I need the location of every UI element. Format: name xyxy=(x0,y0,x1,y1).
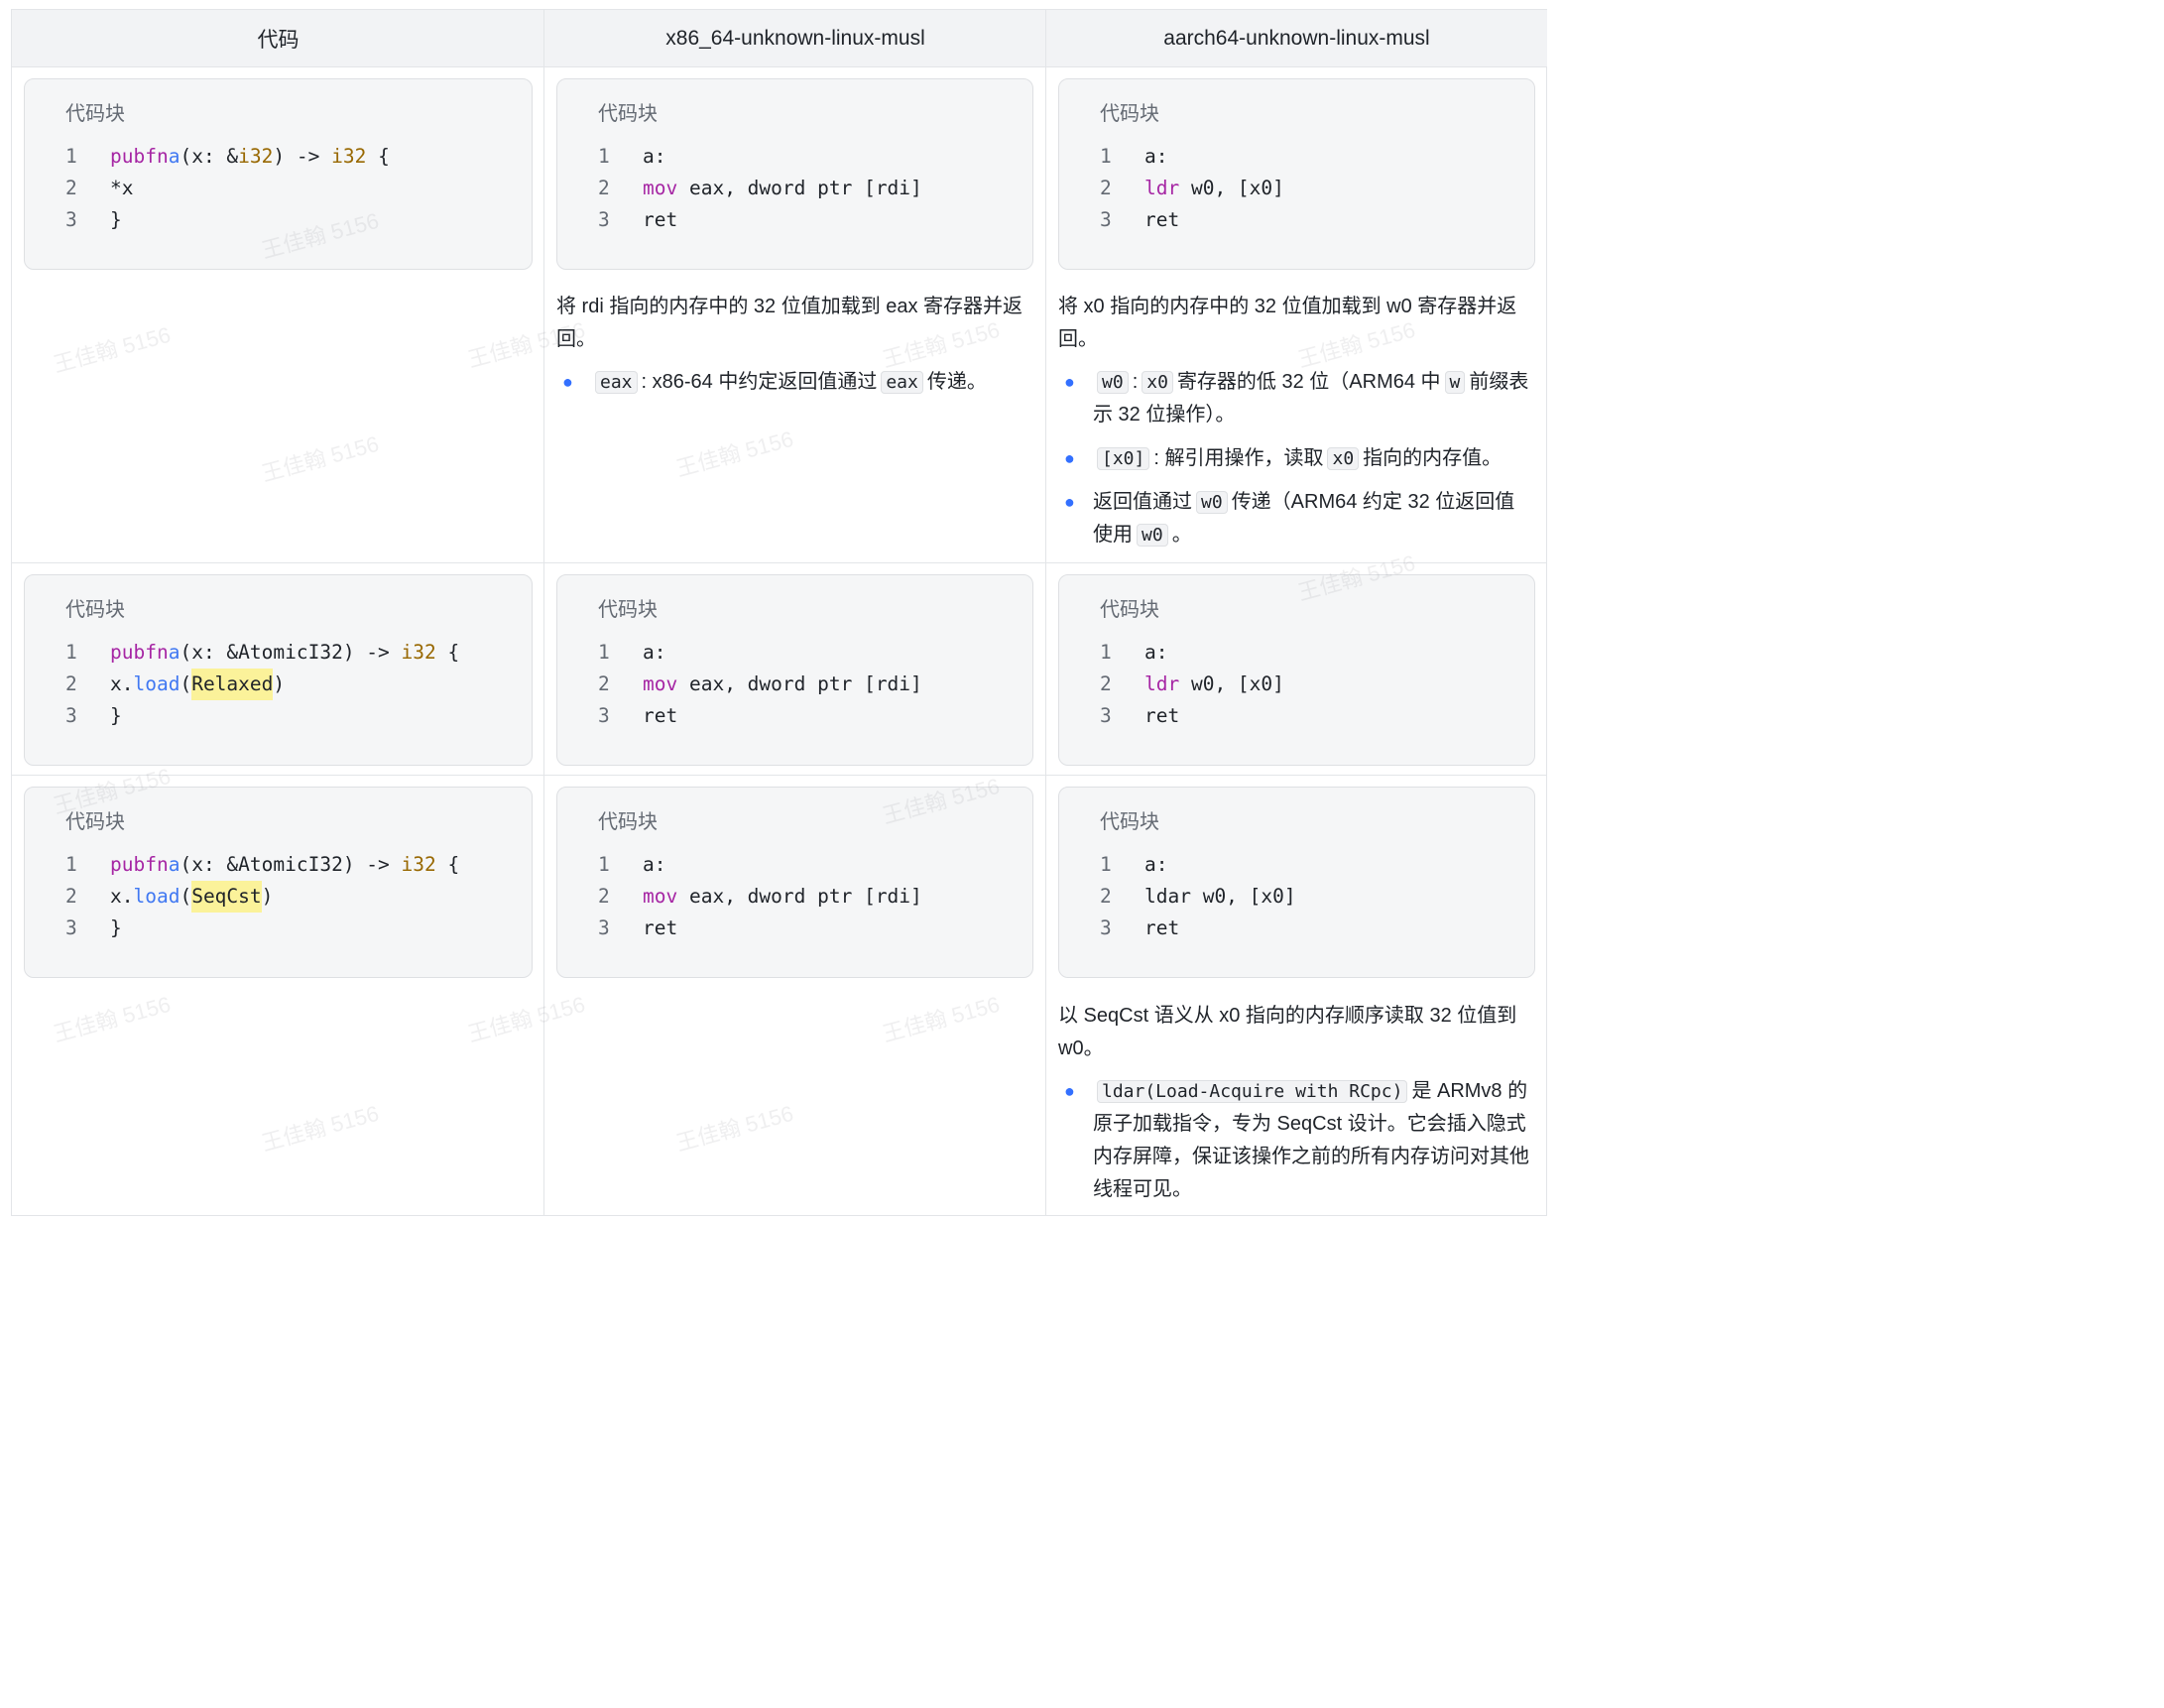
explanation-list: ● w0: x0 寄存器的低 32 位（ARM64 中 w 前缀表示 32 位操作）。 ●… xyxy=(1058,366,1534,551)
code-line: 1 a: xyxy=(598,853,666,876)
code-lines[interactable]: 1 a: 2 mov eax, dword ptr [rdi] 3 ret xyxy=(598,637,922,732)
ordering-highlight: SeqCst xyxy=(191,881,262,913)
code-block-arm-2[interactable]: 代码块 1 a: 2 ldr w0, [x0] 3 ret xyxy=(1058,574,1535,766)
column-divider xyxy=(1045,10,1046,1215)
code-line: 3 ret xyxy=(598,208,678,231)
explanation-text: 将 x0 指向的内存中的 32 位值加载到 w0 寄存器并返回。 xyxy=(1058,296,1517,350)
bullet-icon: ● xyxy=(1064,492,1075,512)
code-block-title: 代码块 xyxy=(1100,811,1159,833)
code-lines[interactable]: 1 a: 2 ldar w0, [x0] 3 ret xyxy=(1100,849,1296,944)
header-code: 代码 xyxy=(12,10,544,67)
code-line: 2 ldar w0, [x0] xyxy=(1100,885,1296,908)
header-x86: x86_64-unknown-linux-musl xyxy=(544,10,1046,67)
list-item: ● 返回值通过 w0 传递（ARM64 约定 32 位返回值使用 w0。 xyxy=(1058,486,1534,551)
code-lines[interactable]: 1 pub fn a (x: & i32) -> i32 { 2 *x 3} xyxy=(65,141,390,236)
code-line: 3 ret xyxy=(598,704,678,727)
code-block-x86-3[interactable]: 代码块 1 a: 2 mov eax, dword ptr [rdi] 3 ret xyxy=(556,787,1033,978)
code-line: 2 ldr w0, [x0] xyxy=(1100,177,1284,199)
code-line: 1 a: xyxy=(1100,641,1168,664)
bullet-icon: ● xyxy=(562,372,573,392)
code-line: 3} xyxy=(65,208,122,231)
ordering-highlight: Relaxed xyxy=(191,669,274,700)
code-line: 1 a: xyxy=(598,145,666,168)
code-line: 2 mov eax, dword ptr [rdi] xyxy=(598,672,922,695)
list-item: ● ldar(Load-Acquire with RCpc) 是 ARMv8 的原子… xyxy=(1058,1075,1534,1206)
header-aarch64: aarch64-unknown-linux-musl xyxy=(1046,10,1547,67)
arm-explanation-3: 以 SeqCst 语义从 x0 指向的内存顺序读取 32 位值到 w0。 ● ld… xyxy=(1058,1000,1534,1217)
code-block-rust-2[interactable]: 代码块 1 pub fn a (x: &AtomicI32) -> i32 { 2 … xyxy=(24,574,533,766)
code-line: 3} xyxy=(65,704,122,727)
code-line: 1 a: xyxy=(1100,853,1168,876)
code-line: 1 pub fn a (x: & i32) -> i32 { xyxy=(65,145,390,168)
code-block-title: 代码块 xyxy=(1100,599,1159,621)
code-line: 2 mov eax, dword ptr [rdi] xyxy=(598,885,922,908)
code-lines[interactable]: 1 pub fn a (x: &AtomicI32) -> i32 { 2 x. lo… xyxy=(65,637,459,732)
code-lines[interactable]: 1 a: 2 mov eax, dword ptr [rdi] 3 ret xyxy=(598,141,922,236)
code-line: 2 *x xyxy=(65,177,134,199)
column-divider xyxy=(543,10,544,1215)
code-line: 2 x. load(Relaxed) xyxy=(65,669,459,700)
code-line: 2 ldr w0, [x0] xyxy=(1100,672,1284,695)
explanation-text: 将 rdi 指向的内存中的 32 位值加载到 eax 寄存器并返回。 xyxy=(556,296,1023,350)
bullet-icon: ● xyxy=(1064,372,1075,392)
code-block-title: 代码块 xyxy=(65,811,125,833)
code-line: 2 mov eax, dword ptr [rdi] xyxy=(598,177,922,199)
code-lines[interactable]: 1 a: 2 ldr w0, [x0] 3 ret xyxy=(1100,637,1284,732)
code-block-x86-1[interactable]: 代码块 1 a: 2 mov eax, dword ptr [rdi] 3 ret xyxy=(556,78,1033,270)
code-block-title: 代码块 xyxy=(598,103,658,125)
code-block-title: 代码块 xyxy=(65,599,125,621)
bullet-icon: ● xyxy=(1064,448,1075,468)
code-lines[interactable]: 1 a: 2 mov eax, dword ptr [rdi] 3 ret xyxy=(598,849,922,944)
code-block-title: 代码块 xyxy=(65,103,125,125)
code-line: 1 pub fn a (x: &AtomicI32) -> i32 { xyxy=(65,641,460,664)
code-line: 2 x. load(SeqCst) xyxy=(65,881,459,913)
explanation-list: ● ldar(Load-Acquire with RCpc) 是 ARMv8 的原子… xyxy=(1058,1075,1534,1206)
code-block-title: 代码块 xyxy=(1100,103,1159,125)
bullet-icon: ● xyxy=(1064,1081,1075,1101)
code-line: 1 a: xyxy=(1100,145,1168,168)
code-block-x86-2[interactable]: 代码块 1 a: 2 mov eax, dword ptr [rdi] 3 ret xyxy=(556,574,1033,766)
code-block-rust-3[interactable]: 代码块 1 pub fn a (x: &AtomicI32) -> i32 { 2 … xyxy=(24,787,533,978)
explanation-text: 以 SeqCst 语义从 x0 指向的内存顺序读取 32 位值到 w0。 xyxy=(1058,1005,1517,1059)
code-line: 3 ret xyxy=(1100,916,1180,939)
code-block-title: 代码块 xyxy=(598,599,658,621)
code-line: 3 ret xyxy=(1100,704,1180,727)
list-item: ● w0: x0 寄存器的低 32 位（ARM64 中 w 前缀表示 32 位操作）。 xyxy=(1058,366,1534,431)
arm-explanation-1: 将 x0 指向的内存中的 32 位值加载到 w0 寄存器并返回。 ● w0: x0 寄… xyxy=(1058,291,1534,562)
code-block-arm-1[interactable]: 代码块 1 a: 2 ldr w0, [x0] 3 ret xyxy=(1058,78,1535,270)
code-block-title: 代码块 xyxy=(598,811,658,833)
code-block-arm-3[interactable]: 代码块 1 a: 2 ldar w0, [x0] 3 ret xyxy=(1058,787,1535,978)
code-lines[interactable]: 1 a: 2 ldr w0, [x0] 3 ret xyxy=(1100,141,1284,236)
code-line: 3 ret xyxy=(1100,208,1180,231)
row-divider xyxy=(12,775,1546,776)
x86-explanation-1: 将 rdi 指向的内存中的 32 位值加载到 eax 寄存器并返回。 ● eax:… xyxy=(556,291,1036,410)
list-item: ● eax: x86-64 中约定返回值通过 eax 传递。 xyxy=(556,366,1036,399)
list-item: ● [x0]: 解引用操作，读取 x0 指向的内存值。 xyxy=(1058,442,1534,475)
code-block-rust-1[interactable]: 代码块 1 pub fn a (x: & i32) -> i32 { 2 *x 3} xyxy=(24,78,533,270)
code-line: 1 a: xyxy=(598,641,666,664)
code-line: 3 ret xyxy=(598,916,678,939)
code-lines[interactable]: 1 pub fn a (x: &AtomicI32) -> i32 { 2 x. lo… xyxy=(65,849,459,944)
code-line: 3} xyxy=(65,916,122,939)
explanation-list: ● eax: x86-64 中约定返回值通过 eax 传递。 xyxy=(556,366,1036,399)
code-line: 1 pub fn a (x: &AtomicI32) -> i32 { xyxy=(65,853,460,876)
row-divider xyxy=(12,562,1546,563)
